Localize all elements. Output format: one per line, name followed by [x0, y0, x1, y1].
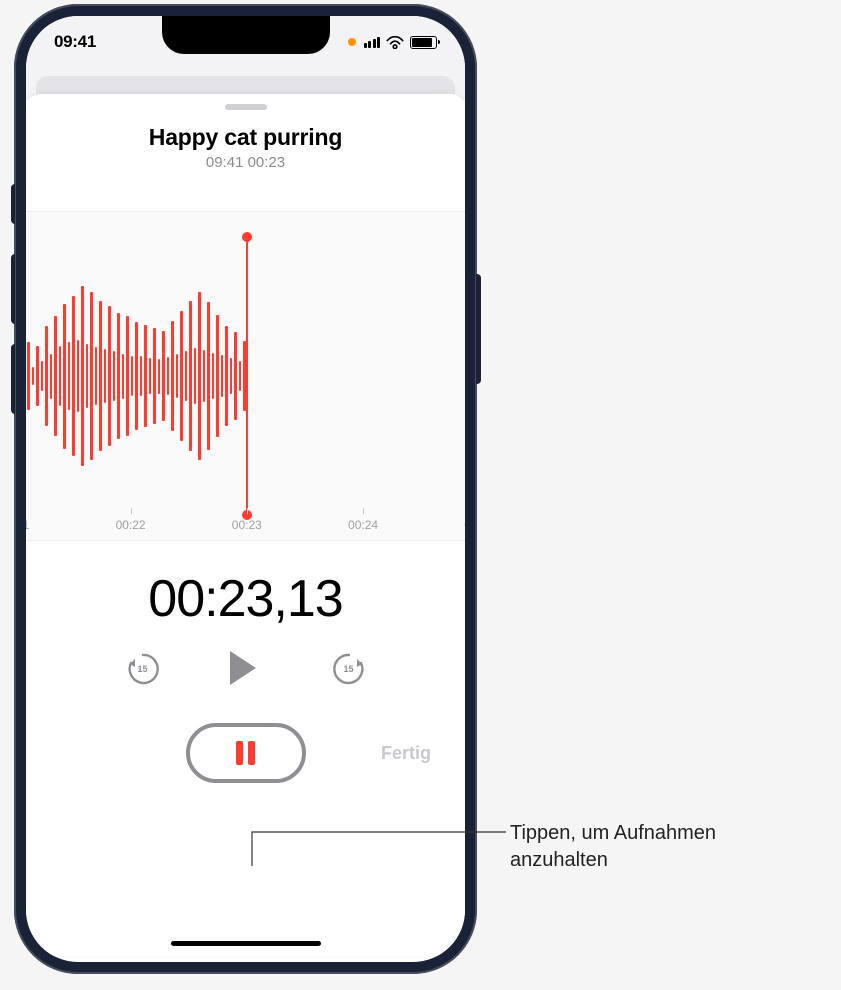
- elapsed-time: 00:23,13: [26, 569, 465, 629]
- notch: [162, 16, 330, 54]
- waveform-area[interactable]: 21 00:22 00:23 00:24 0: [26, 211, 465, 541]
- skip-back-button[interactable]: 15: [124, 650, 162, 688]
- volume-up-button: [11, 254, 15, 324]
- wave-bar: [189, 301, 192, 451]
- wave-bar: [207, 302, 210, 450]
- play-button[interactable]: [226, 649, 266, 689]
- volume-switch: [11, 184, 15, 224]
- recording-sheet[interactable]: Happy cat purring 09:41 00:23 21 00:22 0…: [26, 94, 465, 956]
- wave-bar: [63, 304, 66, 449]
- waveform-bars: [26, 252, 246, 500]
- recording-title[interactable]: Happy cat purring: [26, 124, 465, 151]
- skip-back-label: 15: [137, 664, 147, 674]
- wave-bar: [185, 351, 188, 401]
- screen: 09:41 Happy cat purring: [26, 16, 465, 962]
- wave-bar: [180, 311, 183, 441]
- callout-text: Tippen, um Aufnahmen anzuhalten: [510, 820, 800, 874]
- wave-bar: [104, 349, 107, 403]
- wave-bar: [216, 315, 219, 437]
- wave-bar: [126, 316, 129, 436]
- wave-bar: [72, 296, 75, 456]
- wave-bar: [59, 346, 62, 406]
- recording-indicator-icon: [348, 38, 356, 46]
- recording-meta: 09:41 00:23: [26, 154, 465, 171]
- wave-bar: [113, 351, 116, 401]
- battery-icon: [410, 36, 437, 49]
- playback-controls: 15 15: [26, 649, 465, 689]
- wave-bar: [77, 340, 80, 412]
- wave-bar: [162, 331, 165, 421]
- wave-bar: [99, 301, 102, 451]
- wave-bar: [50, 354, 53, 399]
- wifi-icon: [386, 36, 404, 49]
- power-button: [476, 274, 481, 384]
- playhead[interactable]: [246, 237, 248, 515]
- wave-bar: [144, 325, 147, 427]
- wave-bar: [221, 355, 224, 397]
- wave-bar: [45, 326, 48, 426]
- wave-bar: [194, 348, 197, 404]
- wave-bar: [27, 342, 30, 410]
- wave-bar: [36, 346, 39, 406]
- wave-bar: [131, 356, 134, 396]
- wave-bar: [41, 361, 44, 391]
- wave-bar: [81, 286, 84, 466]
- done-button[interactable]: Fertig: [381, 743, 431, 764]
- cellular-signal-icon: [364, 37, 381, 48]
- wave-bar: [68, 342, 71, 410]
- wave-bar: [108, 306, 111, 446]
- pause-icon: [236, 741, 255, 765]
- status-icons: [348, 36, 438, 49]
- skip-forward-label: 15: [343, 664, 353, 674]
- wave-bar: [239, 361, 242, 391]
- bottom-controls: Fertig: [26, 723, 465, 783]
- status-time: 09:41: [54, 32, 96, 52]
- wave-bar: [95, 347, 98, 405]
- wave-bar: [32, 367, 35, 385]
- wave-bar: [153, 328, 156, 424]
- wave-bar: [198, 292, 201, 460]
- wave-bar: [203, 350, 206, 402]
- tick-label: 00:24: [348, 518, 378, 532]
- wave-bar: [90, 292, 93, 460]
- wave-bar: [171, 321, 174, 431]
- tick-label: 21: [26, 518, 29, 532]
- pause-button[interactable]: [186, 723, 306, 783]
- tick-label: 00:22: [116, 518, 146, 532]
- wave-bar: [212, 353, 215, 399]
- wave-bar: [230, 358, 233, 394]
- volume-down-button: [11, 344, 15, 414]
- timeline-ticks: 21 00:22 00:23 00:24 0: [26, 518, 465, 532]
- wave-bar: [176, 354, 179, 398]
- wave-bar: [167, 357, 170, 395]
- wave-bar: [54, 316, 57, 436]
- wave-bar: [117, 313, 120, 439]
- wave-bar: [225, 326, 228, 426]
- wave-bar: [149, 358, 152, 394]
- tick-label: 0: [464, 518, 465, 532]
- wave-bar: [122, 354, 125, 399]
- sheet-grabber[interactable]: [225, 104, 267, 110]
- skip-forward-button[interactable]: 15: [330, 650, 368, 688]
- wave-bar: [140, 356, 143, 396]
- wave-bar: [234, 332, 237, 420]
- wave-bar: [158, 359, 161, 394]
- phone-frame: 09:41 Happy cat purring: [14, 4, 477, 974]
- wave-bar: [86, 344, 89, 408]
- home-indicator[interactable]: [171, 941, 321, 946]
- tick-label: 00:23: [232, 518, 262, 532]
- wave-bar: [135, 322, 138, 430]
- recording-header: Happy cat purring 09:41 00:23: [26, 124, 465, 171]
